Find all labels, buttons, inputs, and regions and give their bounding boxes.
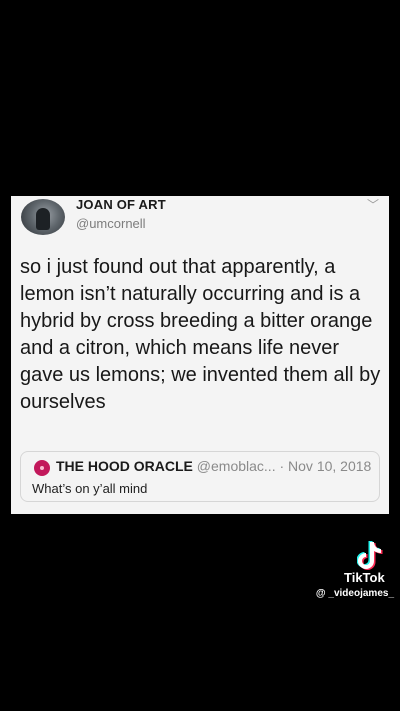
avatar-figure [36, 208, 50, 230]
quote-date: · Nov 10, 2018 [279, 458, 372, 474]
tweet-text: so i just found out that apparently, a l… [20, 256, 381, 413]
quote-handle: @emoblac... [196, 458, 276, 474]
tiktok-logo-icon [357, 541, 383, 570]
quote-text: What’s on y’all mind [32, 481, 148, 496]
display-name[interactable]: JOAN OF ART [76, 197, 166, 212]
quote-display-name: THE HOOD ORACLE [56, 458, 193, 474]
chevron-down-icon[interactable]: ﹀ [367, 196, 379, 213]
user-handle[interactable]: @umcornell [76, 216, 146, 231]
tiktok-username: @ _videojames_ [315, 588, 394, 599]
quote-avatar [34, 460, 50, 476]
quote-header: THE HOOD ORACLE @emoblac... · Nov 10, 20… [56, 458, 371, 474]
tweet-card[interactable]: JOAN OF ART @umcornell ﹀ so i just found… [11, 196, 389, 514]
quoted-tweet[interactable]: THE HOOD ORACLE @emoblac... · Nov 10, 20… [20, 451, 380, 502]
avatar[interactable] [21, 199, 65, 235]
tiktok-brand-label: TikTok [344, 570, 385, 585]
